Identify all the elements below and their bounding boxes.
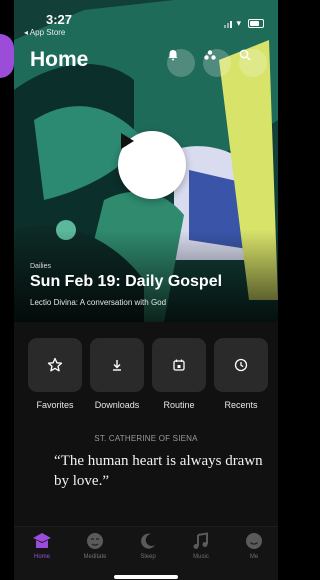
moon-icon <box>141 533 155 549</box>
favorites-tile[interactable] <box>28 338 82 392</box>
routine-action[interactable]: Routine <box>152 338 206 410</box>
bell-icon <box>168 50 178 61</box>
community-icon <box>204 50 216 60</box>
tab-home-label: Home <box>33 554 50 560</box>
recents-tile[interactable] <box>214 338 268 392</box>
status-time: 3:27 <box>46 12 73 27</box>
hero-subtitle: Lectio Divina: A conversation with God <box>30 298 167 307</box>
tab-music[interactable]: Music <box>175 531 227 560</box>
status-bar: 3:27 ◂ App Store ▾ <box>14 0 278 40</box>
hero-title[interactable]: Sun Feb 19: Daily Gospel <box>30 273 222 291</box>
signal-icon <box>224 20 233 28</box>
play-icon <box>121 133 134 149</box>
search-icon <box>239 49 251 61</box>
play-button[interactable] <box>118 131 186 199</box>
tab-meditate[interactable]: Meditate <box>69 531 121 560</box>
calendar-icon <box>173 359 185 371</box>
tab-me[interactable]: Me <box>228 531 278 560</box>
downloads-tile[interactable] <box>90 338 144 392</box>
hero-banner[interactable]: 3:27 ◂ App Store ▾ Home Dailies Sun Feb … <box>14 0 278 322</box>
back-to-app-store[interactable]: ◂ App Store <box>24 28 65 37</box>
meditate-icon <box>87 533 103 549</box>
tab-music-label: Music <box>193 554 209 560</box>
favorites-action[interactable]: Favorites <box>28 338 82 410</box>
music-icon <box>193 532 208 549</box>
recents-label: Recents <box>224 400 258 410</box>
quote-author: ST. CATHERINE OF SIENA <box>94 434 198 443</box>
community-button[interactable] <box>203 49 231 77</box>
tab-meditate-label: Meditate <box>83 554 107 560</box>
battery-icon <box>248 19 264 28</box>
star-icon <box>47 357 63 372</box>
tab-home[interactable]: Home <box>16 531 68 560</box>
wifi-icon: ▾ <box>236 18 241 28</box>
tab-sleep[interactable]: Sleep <box>122 531 174 560</box>
app-screen: 3:27 ◂ App Store ▾ Home Dailies Sun Feb … <box>14 0 278 580</box>
notifications-button[interactable] <box>167 49 195 77</box>
home-indicator <box>114 575 178 579</box>
profile-icon <box>246 533 262 549</box>
downloads-action[interactable]: Downloads <box>90 338 144 410</box>
tab-me-label: Me <box>249 554 259 560</box>
clock-icon <box>234 358 248 372</box>
home-icon <box>33 533 51 548</box>
routine-tile[interactable] <box>152 338 206 392</box>
system-indicators: ▾ <box>224 18 264 29</box>
tab-bar: Home Meditate Sleep Music Me <box>14 526 278 580</box>
hero-category: Dailies <box>30 263 52 270</box>
side-badge <box>0 34 14 78</box>
search-button[interactable] <box>239 49 267 77</box>
download-icon <box>113 360 121 371</box>
quote-text: “The human heart is always drawn by love… <box>54 453 263 489</box>
recents-action[interactable]: Recents <box>214 338 268 410</box>
page-title: Home <box>30 48 89 71</box>
tab-sleep-label: Sleep <box>140 554 156 560</box>
